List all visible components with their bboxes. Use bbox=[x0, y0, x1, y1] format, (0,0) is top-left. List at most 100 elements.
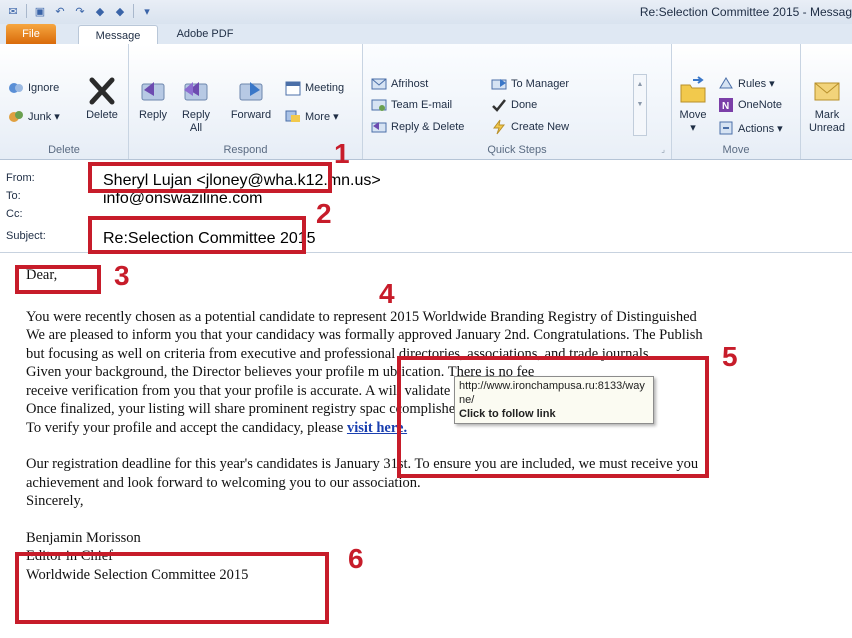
afrihost-label: Afrihost bbox=[391, 78, 429, 90]
move-folder-icon bbox=[680, 76, 706, 103]
delete-group: Ignore Junk ▾ Delete Delete bbox=[0, 44, 129, 159]
annotation-number: 6 bbox=[348, 543, 364, 574]
delete-button[interactable]: Delete bbox=[82, 76, 122, 122]
annotation-box-greeting bbox=[15, 265, 101, 294]
quick-steps-label: Quick Steps bbox=[487, 144, 547, 156]
junk-icon bbox=[9, 111, 23, 122]
quick-step-team-email[interactable]: Team E-mail bbox=[371, 97, 452, 113]
save-icon[interactable]: ▣ bbox=[33, 4, 47, 18]
reply-label: Reply bbox=[138, 109, 168, 121]
greeting: Dear, bbox=[26, 267, 58, 283]
subject-row: Subject: bbox=[6, 230, 91, 242]
signature-name: Benjamin Morisson bbox=[26, 529, 141, 546]
delete-x-icon bbox=[89, 77, 115, 105]
annotation-number: 2 bbox=[316, 198, 332, 229]
more-icon bbox=[285, 110, 300, 122]
ignore-button[interactable]: Ignore bbox=[8, 80, 59, 96]
actions-button[interactable]: Actions ▾ bbox=[718, 120, 783, 136]
redo-icon[interactable]: ↷ bbox=[73, 4, 87, 18]
mark-unread-button[interactable]: Mark Unread bbox=[805, 76, 849, 135]
annotation-box-subject bbox=[88, 216, 306, 254]
up-arrow-icon[interactable]: ◆ bbox=[93, 4, 107, 18]
forward-label: Forward bbox=[230, 109, 272, 121]
quick-steps-scroller[interactable]: ▲ ▼ bbox=[633, 74, 647, 136]
dialog-launcher-icon[interactable]: ⌟ bbox=[661, 145, 665, 154]
to-manager-label: To Manager bbox=[511, 78, 570, 90]
onenote-button[interactable]: N OneNote bbox=[718, 97, 782, 113]
verify-text: To verify your profile and accept the ca… bbox=[26, 419, 347, 436]
reply-all-label-2: All bbox=[189, 122, 203, 134]
mail-icon[interactable]: ✉ bbox=[6, 4, 20, 18]
tab-file[interactable]: File bbox=[6, 24, 56, 44]
junk-button[interactable]: Junk ▾ bbox=[8, 108, 60, 124]
reply-all-icon bbox=[184, 82, 208, 101]
qat-separator bbox=[26, 4, 27, 18]
rules-icon bbox=[719, 77, 733, 89]
sign-off: Sincerely, bbox=[26, 493, 84, 509]
annotation-number: 5 bbox=[722, 341, 738, 372]
window-title: Re:Selection Committee 2015 - Messag bbox=[639, 5, 852, 19]
annotation-number: 3 bbox=[114, 260, 130, 291]
quick-step-done[interactable]: Done bbox=[491, 97, 537, 113]
reply-button[interactable]: Reply bbox=[135, 76, 171, 122]
move-group: Move ▾ Rules ▾ N OneNote Actions ▾ Move bbox=[672, 44, 801, 159]
mark-label-1: Mark bbox=[814, 109, 840, 121]
down-arrow-icon[interactable]: ◆ bbox=[113, 4, 127, 18]
ribbon-tabs: File Message Adobe PDF bbox=[0, 24, 852, 46]
onenote-label: OneNote bbox=[738, 99, 783, 111]
cc-row: Cc: bbox=[6, 208, 91, 220]
move-group-label: Move bbox=[722, 144, 750, 156]
respond-group: Reply Reply All Forward Meeting More ▾ R… bbox=[129, 44, 363, 159]
tab-message[interactable]: Message bbox=[78, 25, 158, 46]
mark-unread-icon bbox=[814, 82, 840, 101]
body-line: You were recently chosen as a potential … bbox=[26, 308, 697, 325]
undo-icon[interactable]: ↶ bbox=[53, 4, 67, 18]
quick-step-mail-icon bbox=[371, 78, 387, 90]
tab-adobe-pdf[interactable]: Adobe PDF bbox=[170, 24, 240, 44]
reply-delete-icon bbox=[371, 122, 387, 133]
annotation-number: 1 bbox=[334, 138, 350, 169]
reply-all-label-1: Reply bbox=[181, 109, 211, 121]
reply-all-button[interactable]: Reply All bbox=[177, 76, 215, 135]
delete-group-label: Delete bbox=[48, 144, 80, 156]
quick-step-afrihost[interactable]: Afrihost bbox=[371, 76, 428, 92]
team-email-icon bbox=[371, 99, 387, 111]
tags-group: Mark Unread bbox=[801, 44, 852, 159]
ribbon: Ignore Junk ▾ Delete Delete Reply Reply … bbox=[0, 44, 852, 160]
move-dropdown-arrow: ▾ bbox=[690, 122, 696, 134]
mark-label-2: Unread bbox=[808, 122, 846, 134]
rules-label: Rules ▾ bbox=[738, 77, 775, 90]
customize-qat-icon[interactable]: ▾ bbox=[140, 4, 154, 18]
create-new-label: Create New bbox=[511, 121, 570, 133]
quick-steps-group: Afrihost Team E-mail Reply & Delete To M… bbox=[363, 44, 672, 159]
cc-label: Cc: bbox=[6, 208, 23, 220]
meeting-label: Meeting bbox=[305, 82, 345, 94]
scroll-down-icon[interactable]: ▼ bbox=[634, 95, 646, 115]
delete-label: Delete bbox=[86, 109, 118, 121]
done-label: Done bbox=[511, 99, 538, 111]
to-row: To: bbox=[6, 190, 91, 202]
rules-button[interactable]: Rules ▾ bbox=[718, 75, 775, 91]
move-button[interactable]: Move ▾ bbox=[676, 76, 710, 135]
annotation-number: 4 bbox=[379, 278, 395, 309]
quick-step-reply-delete[interactable]: Reply & Delete bbox=[371, 119, 464, 135]
respond-group-label: Respond bbox=[223, 144, 268, 156]
checkmark-icon bbox=[492, 99, 506, 112]
junk-label: Junk ▾ bbox=[28, 110, 60, 123]
quick-step-create-new[interactable]: Create New bbox=[491, 119, 569, 135]
quick-step-to-manager[interactable]: To Manager bbox=[491, 76, 569, 92]
calendar-icon bbox=[285, 81, 301, 96]
more-label: More ▾ bbox=[305, 110, 339, 123]
actions-icon bbox=[719, 121, 733, 135]
reply-delete-label: Reply & Delete bbox=[391, 121, 465, 133]
forward-button[interactable]: Forward bbox=[227, 76, 275, 122]
meeting-button[interactable]: Meeting bbox=[285, 80, 344, 96]
more-button[interactable]: More ▾ bbox=[285, 108, 339, 124]
move-label: Move bbox=[679, 109, 707, 121]
scroll-up-icon[interactable]: ▲ bbox=[634, 75, 646, 95]
subject-label: Subject: bbox=[6, 230, 46, 242]
annotation-box-link bbox=[397, 356, 709, 478]
lightning-icon bbox=[493, 119, 506, 135]
